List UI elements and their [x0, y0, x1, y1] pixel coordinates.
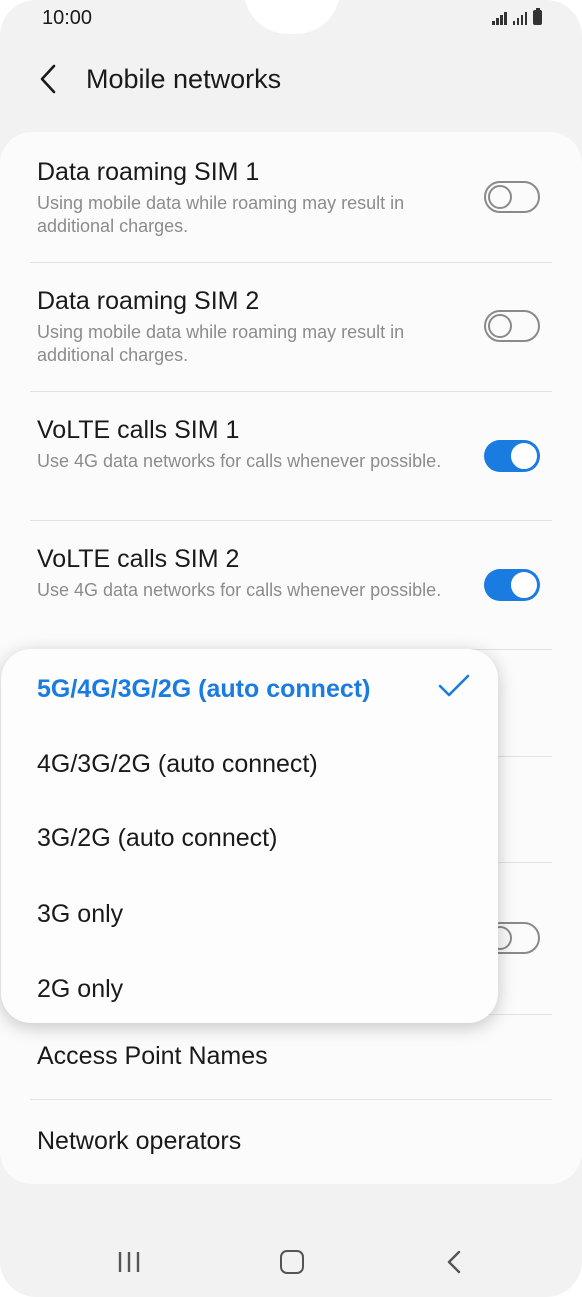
volte-sim1-toggle[interactable]: [484, 440, 540, 472]
setting-title: VoLTE calls SIM 1: [37, 416, 240, 444]
setting-title: Data roaming SIM 1: [37, 158, 260, 186]
setting-title: Network operators: [37, 1127, 242, 1155]
check-icon: [438, 674, 470, 697]
signal-sim1-icon: [492, 9, 507, 25]
network-mode-option[interactable]: 3G/2G (auto connect): [37, 824, 277, 853]
data-roaming-sim1-toggle[interactable]: [484, 181, 540, 213]
setting-subtitle: Using mobile data while roaming may resu…: [37, 322, 405, 365]
app-header: Mobile networks: [0, 50, 582, 110]
battery-icon: [533, 8, 542, 25]
navigation-bar: [0, 1220, 582, 1297]
setting-volte-sim2[interactable]: VoLTE calls SIM 2 Use 4G data networks f…: [0, 520, 582, 649]
setting-title: Access Point Names: [37, 1042, 268, 1070]
setting-subtitle: Use 4G data networks for calls whenever …: [37, 451, 442, 471]
setting-title: Data roaming SIM 2: [37, 287, 260, 315]
recent-apps-icon[interactable]: [117, 1250, 141, 1274]
phone-screen: 10:00 Mobile networks Data roaming SIM 1…: [0, 0, 582, 1297]
network-mode-option[interactable]: 3G only: [37, 900, 123, 929]
signal-sim2-icon: [512, 9, 527, 25]
setting-title: VoLTE calls SIM 2: [37, 545, 240, 573]
status-icons: [492, 8, 542, 25]
back-arrow-icon[interactable]: [36, 62, 62, 96]
setting-volte-sim1[interactable]: VoLTE calls SIM 1 Use 4G data networks f…: [0, 391, 582, 520]
volte-sim2-toggle[interactable]: [484, 569, 540, 601]
camera-notch: [244, 0, 340, 34]
network-mode-option[interactable]: 2G only: [37, 975, 123, 1004]
setting-subtitle: Use 4G data networks for calls whenever …: [37, 580, 442, 600]
setting-subtitle: Using mobile data while roaming may resu…: [37, 193, 405, 236]
access-point-names-item[interactable]: Access Point Names: [0, 1015, 582, 1099]
back-icon[interactable]: [444, 1249, 466, 1275]
setting-data-roaming-sim1[interactable]: Data roaming SIM 1 Using mobile data whi…: [0, 132, 582, 262]
page-title: Mobile networks: [86, 64, 282, 94]
status-time: 10:00: [42, 7, 93, 29]
network-mode-menu: 5G/4G/3G/2G (auto connect) 4G/3G/2G (aut…: [1, 649, 498, 1023]
home-icon[interactable]: [280, 1250, 304, 1274]
network-mode-option[interactable]: 4G/3G/2G (auto connect): [37, 750, 318, 779]
network-operators-item[interactable]: Network operators: [0, 1100, 582, 1184]
setting-data-roaming-sim2[interactable]: Data roaming SIM 2 Using mobile data whi…: [0, 262, 582, 391]
network-mode-option[interactable]: 5G/4G/3G/2G (auto connect): [37, 675, 370, 704]
data-roaming-sim2-toggle[interactable]: [484, 310, 540, 342]
